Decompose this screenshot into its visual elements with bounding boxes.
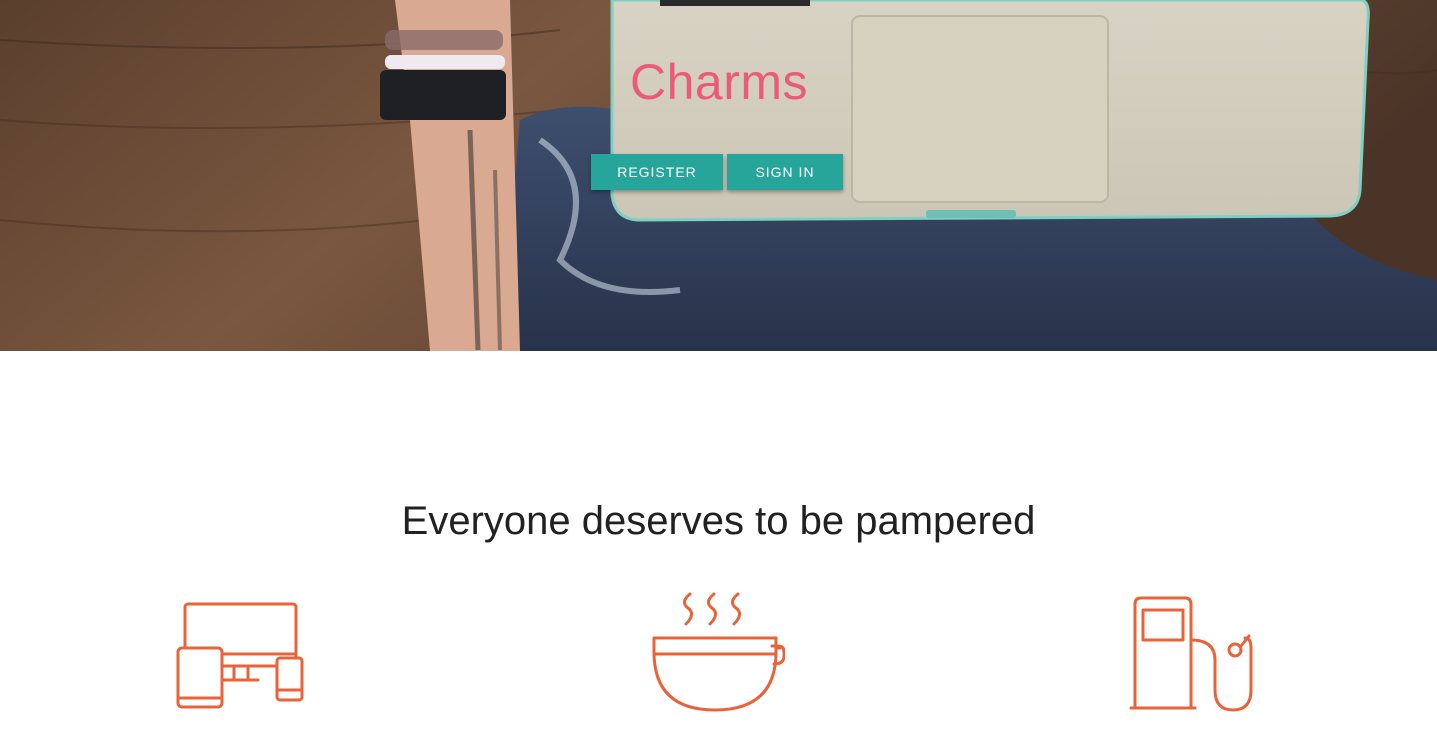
app-title: Charms bbox=[630, 54, 809, 110]
section-heading: Everyone deserves to be pampered bbox=[401, 499, 1036, 543]
hero-banner: Charms REGISTER SIGN IN bbox=[0, 0, 1437, 351]
coffee-cup-icon bbox=[652, 592, 785, 712]
devices-icon bbox=[176, 602, 304, 709]
sign-in-button[interactable]: SIGN IN bbox=[727, 154, 843, 190]
gas-pump-icon bbox=[1129, 596, 1253, 712]
register-button[interactable]: REGISTER bbox=[591, 154, 723, 190]
